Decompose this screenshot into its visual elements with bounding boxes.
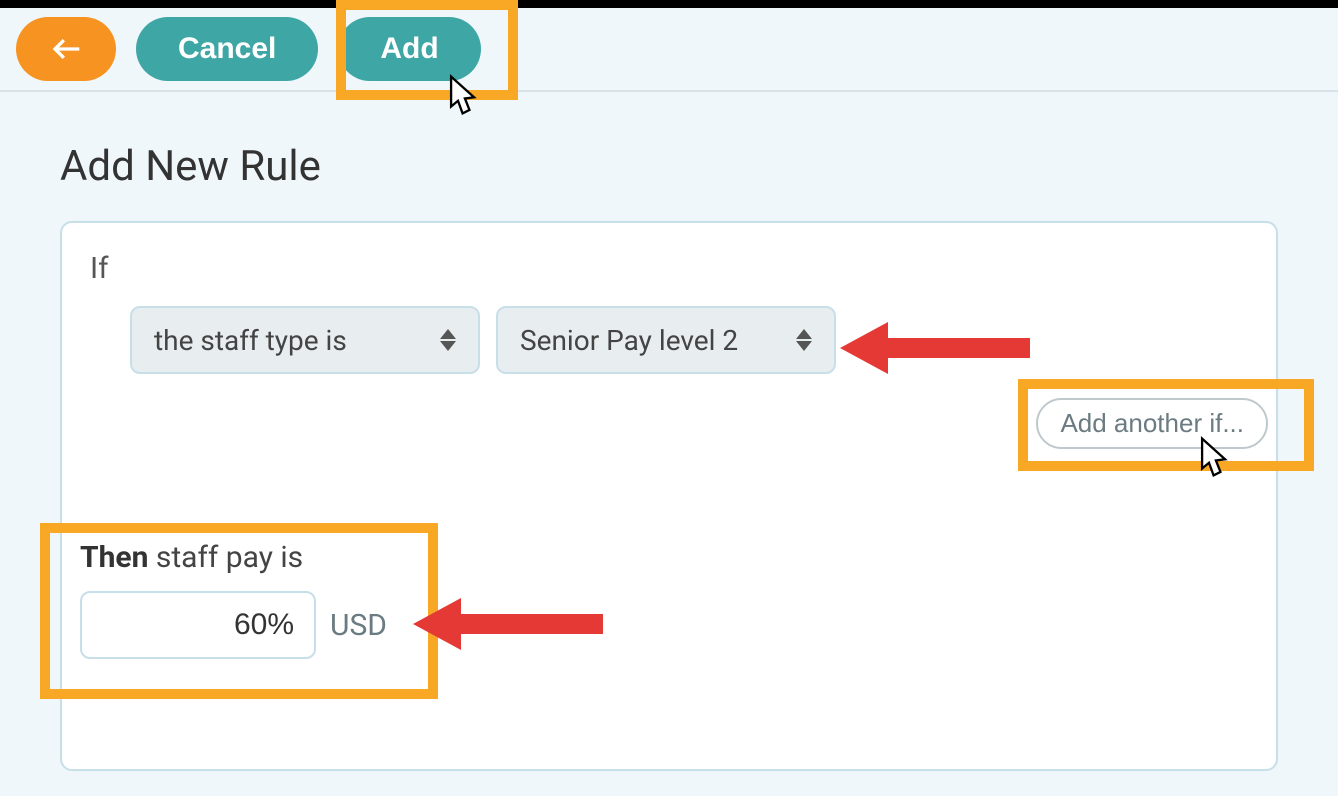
condition-field-select[interactable]: the staff type is bbox=[130, 306, 480, 374]
cancel-button[interactable]: Cancel bbox=[136, 17, 318, 81]
currency-label: USD bbox=[330, 608, 387, 643]
then-label: Then bbox=[80, 540, 148, 575]
then-line: Then staff pay is bbox=[80, 540, 387, 575]
toolbar: Cancel Add bbox=[0, 8, 1338, 92]
condition-value-select[interactable]: Senior Pay level 2 bbox=[496, 306, 836, 374]
pay-value-input[interactable] bbox=[80, 591, 316, 659]
add-button[interactable]: Add bbox=[338, 17, 480, 81]
back-button[interactable] bbox=[16, 17, 116, 81]
sort-caret-icon bbox=[796, 329, 812, 351]
if-condition-row: the staff type is Senior Pay level 2 bbox=[130, 306, 1248, 374]
condition-field-value: the staff type is bbox=[154, 324, 347, 357]
back-arrow-icon bbox=[46, 29, 86, 69]
if-label: If bbox=[90, 251, 1248, 286]
add-another-if-button[interactable]: Add another if... bbox=[1036, 398, 1268, 449]
then-block: Then staff pay is USD bbox=[80, 540, 387, 659]
top-black-bar bbox=[0, 0, 1338, 8]
page-title: Add New Rule bbox=[60, 142, 1278, 191]
rule-card: If the staff type is Senior Pay level 2 bbox=[60, 221, 1278, 771]
then-text: staff pay is bbox=[156, 540, 303, 575]
condition-value-text: Senior Pay level 2 bbox=[520, 324, 738, 357]
then-row: USD bbox=[80, 591, 387, 659]
add-another-container: Add another if... bbox=[1036, 398, 1268, 449]
sort-caret-icon bbox=[440, 329, 456, 351]
